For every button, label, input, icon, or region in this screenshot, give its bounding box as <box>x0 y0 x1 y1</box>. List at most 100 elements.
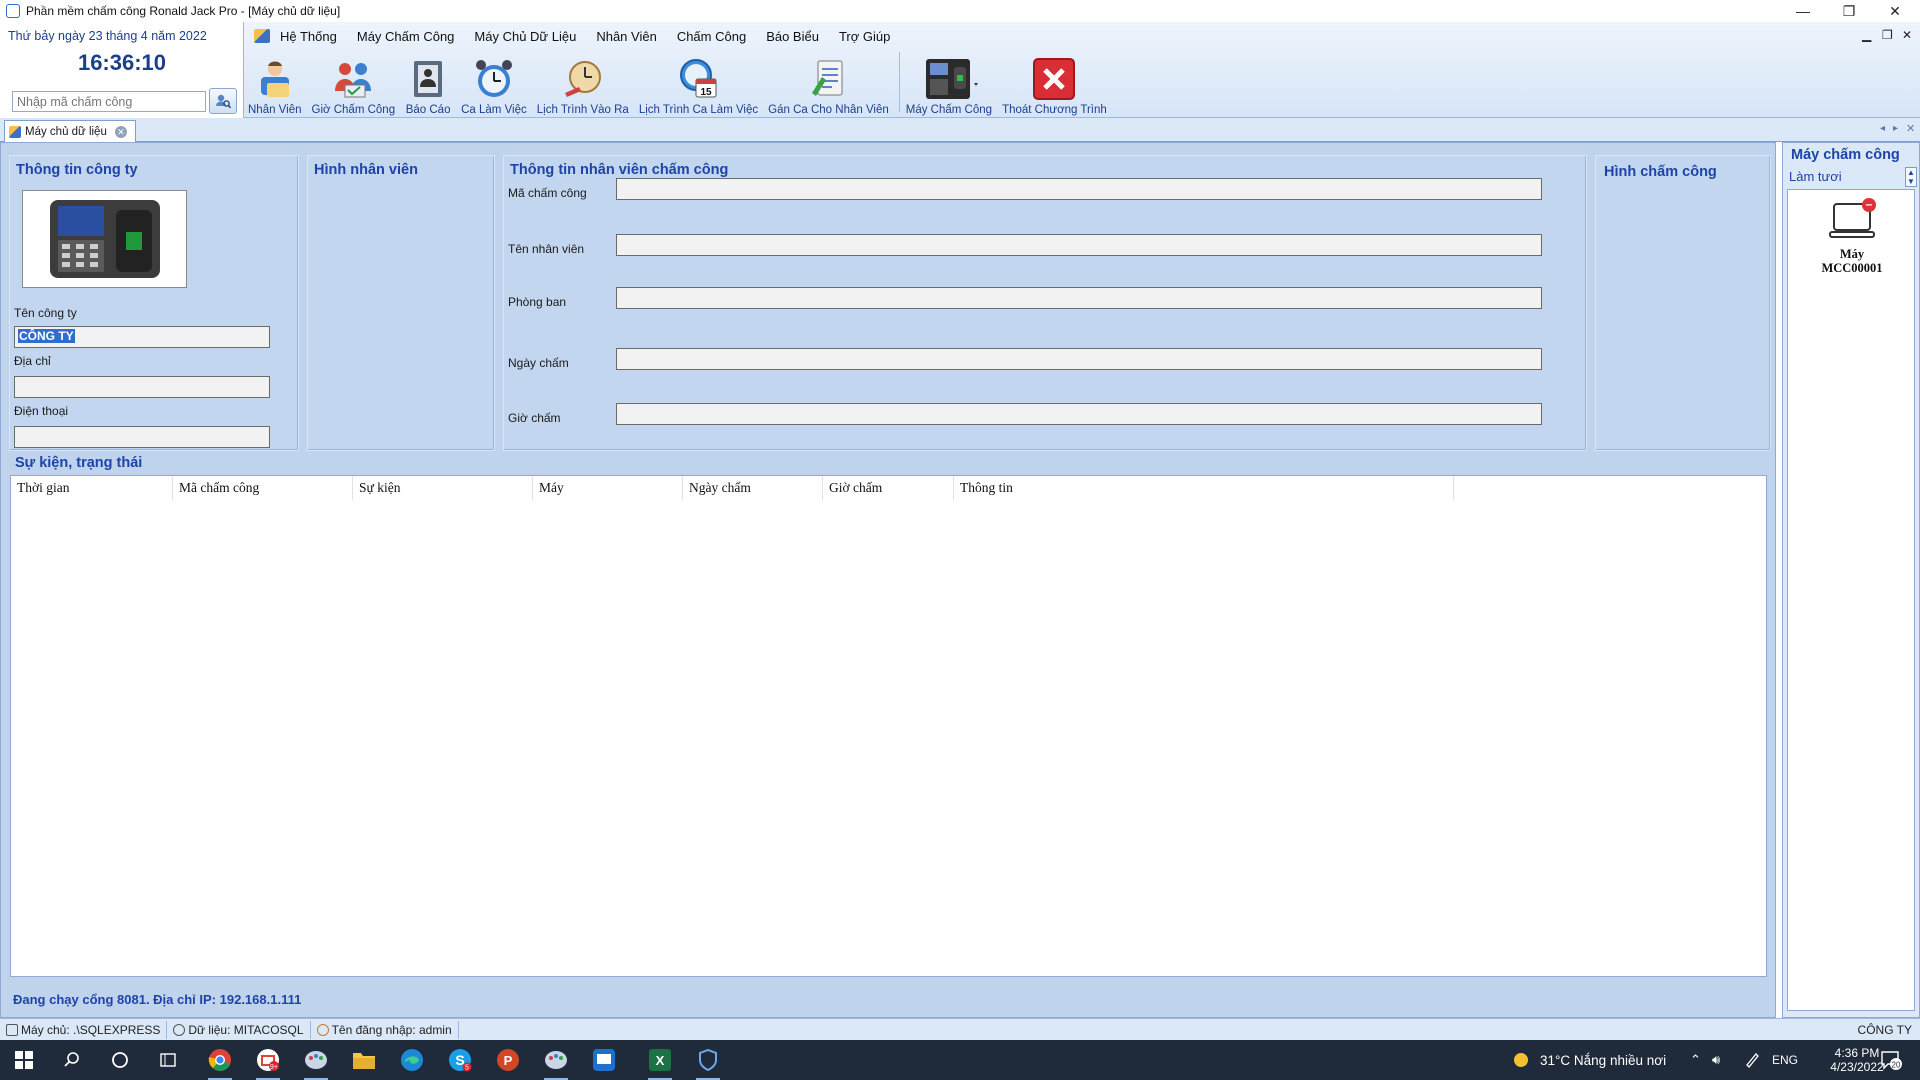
time-clock-machine-button[interactable]: Máy Chấm Công <box>906 56 992 116</box>
company-name-label: Tên công ty <box>14 306 77 320</box>
window-title: Phần mềm chấm công Ronald Jack Pro - [Má… <box>26 4 341 18</box>
attendance-photo-group: Hình chấm công <box>1595 155 1771 451</box>
exit-icon <box>1031 56 1077 102</box>
title-bar: Phần mềm chấm công Ronald Jack Pro - [Má… <box>0 0 1920 22</box>
current-date: Thứ bảy ngày 23 tháng 4 năm 2022 <box>8 29 207 43</box>
chat-badge-count: 5 <box>465 1065 469 1072</box>
skype-icon[interactable]: S5 <box>436 1040 484 1080</box>
machine-panel-title: Máy chấm công <box>1791 147 1900 163</box>
language-indicator[interactable]: ENG <box>1772 1040 1798 1080</box>
task-view-icon[interactable] <box>144 1040 192 1080</box>
attendance-app-taskbar-icon[interactable] <box>684 1040 732 1080</box>
calendar-day-number: 15 <box>701 87 713 98</box>
server-status-text: Đang chạy cổng 8081. Địa chỉ IP: 192.168… <box>13 992 302 1007</box>
attendance-code-field[interactable] <box>616 178 1542 200</box>
panel-scroll-icon[interactable]: ▲ ▼ <box>1905 167 1917 187</box>
report-button[interactable]: Báo Cáo <box>405 56 451 116</box>
menu-he-thong[interactable]: Hệ Thống <box>280 29 337 44</box>
work-shift-button[interactable]: Ca Làm Việc <box>461 56 527 116</box>
attendance-code-search-input[interactable] <box>12 91 206 112</box>
mdi-close-button[interactable]: ✕ <box>1902 28 1912 42</box>
column-header-machine[interactable]: Máy <box>533 476 683 500</box>
tray-expand-icon[interactable]: ⌃ <box>1690 1040 1701 1080</box>
document-tab-strip: Máy chủ dữ liệu ✕ ◂ ▸ ✕ <box>0 118 1920 142</box>
file-explorer-icon[interactable] <box>340 1040 388 1080</box>
column-header-attendance-code[interactable]: Mã chấm công <box>173 476 353 500</box>
tab-scroll-left-icon[interactable]: ◂ <box>1880 123 1885 134</box>
weather-text: 31°C Nắng nhiều nơi <box>1540 1052 1667 1068</box>
machine-name-line2: MCC00001 <box>1821 261 1883 275</box>
cortana-icon[interactable] <box>96 1040 144 1080</box>
company-info-group: Thông tin công ty Tên công ty CÔNG TY Đị… <box>9 155 299 451</box>
menu-cham-cong[interactable]: Chấm Công <box>677 29 746 44</box>
exit-program-button-label: Thoát Chương Trình <box>1002 104 1107 116</box>
attendance-time-label: Giờ chấm <box>508 411 561 425</box>
schedule-in-out-button-label: Lịch Trình Vào Ra <box>536 104 629 116</box>
search-employee-button[interactable] <box>209 88 237 114</box>
chrome-icon[interactable] <box>196 1040 244 1080</box>
powerpoint-icon[interactable]: P <box>484 1040 532 1080</box>
tab-strip-close-icon[interactable]: ✕ <box>1906 122 1915 135</box>
assign-shift-button[interactable]: Gán Ca Cho Nhân Viên <box>768 56 889 116</box>
close-button[interactable]: ✕ <box>1872 0 1918 22</box>
company-name-field[interactable]: CÔNG TY <box>14 326 270 348</box>
attendance-date-field[interactable] <box>616 348 1542 370</box>
status-user: Tên đăng nhập: admin <box>311 1020 459 1039</box>
phone-label: Điện thoại <box>14 404 69 418</box>
data-server-document: Thông tin công ty Tên công ty CÔNG TY Đị… <box>0 142 1776 1018</box>
remote-app-icon[interactable] <box>580 1040 628 1080</box>
menu-bar: Hệ Thống Máy Chấm Công Máy Chủ Dữ Liệu N… <box>248 25 910 47</box>
menu-may-cham-cong[interactable]: Máy Chấm Công <box>357 29 455 44</box>
tab-scroll-right-icon[interactable]: ▸ <box>1893 123 1898 134</box>
app-menu-icon[interactable] <box>254 29 270 43</box>
taskbar-search-icon[interactable] <box>48 1040 96 1080</box>
address-field[interactable] <box>14 376 270 398</box>
menu-bao-bieu[interactable]: Báo Biểu <box>766 29 819 44</box>
shift-schedule-button[interactable]: 15 Lịch Trình Ca Làm Việc <box>639 56 758 116</box>
attendance-time-button[interactable]: Giờ Chấm Công <box>312 56 395 116</box>
weather-widget[interactable]: 31°C Nắng nhiều nơi <box>1510 1040 1666 1080</box>
ribbon: Thứ bảy ngày 23 tháng 4 năm 2022 16:36:1… <box>0 22 1920 118</box>
phone-field[interactable] <box>14 426 270 448</box>
tab-close-icon[interactable]: ✕ <box>114 125 127 138</box>
attendance-date-label: Ngày chấm <box>508 356 569 370</box>
edge-icon[interactable] <box>388 1040 436 1080</box>
mdi-minimize-button[interactable]: ▁ <box>1862 28 1871 42</box>
machine-list: – Máy MCC00001 <box>1787 189 1915 1011</box>
paint-app-2-icon[interactable] <box>532 1040 580 1080</box>
employee-button[interactable]: Nhân Viên <box>248 56 302 116</box>
exit-program-button[interactable]: Thoát Chương Trình <box>1002 56 1107 116</box>
windows-start-icon[interactable] <box>0 1040 48 1080</box>
column-header-date[interactable]: Ngày chấm <box>683 476 823 500</box>
volume-icon[interactable]: 🔊︎ <box>1712 1040 1720 1080</box>
menu-tro-giup[interactable]: Trợ Giúp <box>839 29 890 44</box>
department-field[interactable] <box>616 287 1542 309</box>
employee-name-field[interactable] <box>616 234 1542 256</box>
refresh-link[interactable]: Làm tươi <box>1789 169 1842 184</box>
mail-app-icon[interactable]: 9+ <box>244 1040 292 1080</box>
column-header-hour[interactable]: Giờ chấm <box>823 476 954 500</box>
tab-data-server[interactable]: Máy chủ dữ liệu ✕ <box>4 120 136 142</box>
mdi-restore-button[interactable]: ❐ <box>1882 28 1893 42</box>
employee-icon <box>252 56 298 102</box>
menu-nhan-vien[interactable]: Nhân Viên <box>596 29 656 44</box>
machine-item[interactable]: – Máy MCC00001 <box>1802 198 1902 276</box>
pen-icon[interactable] <box>1744 1040 1760 1080</box>
date-time-panel: Thứ bảy ngày 23 tháng 4 năm 2022 16:36:1… <box>0 22 244 118</box>
minimize-button[interactable]: — <box>1780 0 1826 22</box>
restore-button[interactable]: ❐ <box>1826 0 1872 22</box>
company-name-value: CÔNG TY <box>18 329 75 343</box>
employee-button-label: Nhân Viên <box>248 104 302 116</box>
server-icon <box>6 1023 18 1036</box>
notification-center-icon[interactable]: 20 <box>1880 1040 1902 1080</box>
attendance-time-field[interactable] <box>616 403 1542 425</box>
schedule-in-out-button[interactable]: Lịch Trình Vào Ra <box>537 56 629 116</box>
column-header-info[interactable]: Thông tin <box>954 476 1454 500</box>
windows-taskbar: 9+ S5 P X 31°C Nắng nhiều nơi ⌃ 🔊︎ ENG 4… <box>0 1040 1920 1080</box>
events-table[interactable]: Thời gian Mã chấm công Sự kiện Máy Ngày … <box>10 475 1767 977</box>
excel-icon[interactable]: X <box>636 1040 684 1080</box>
column-header-event[interactable]: Sự kiện <box>353 476 533 500</box>
column-header-time[interactable]: Thời gian <box>11 476 173 500</box>
paint-app-icon[interactable] <box>292 1040 340 1080</box>
menu-may-chu-du-lieu[interactable]: Máy Chủ Dữ Liệu <box>474 29 576 44</box>
